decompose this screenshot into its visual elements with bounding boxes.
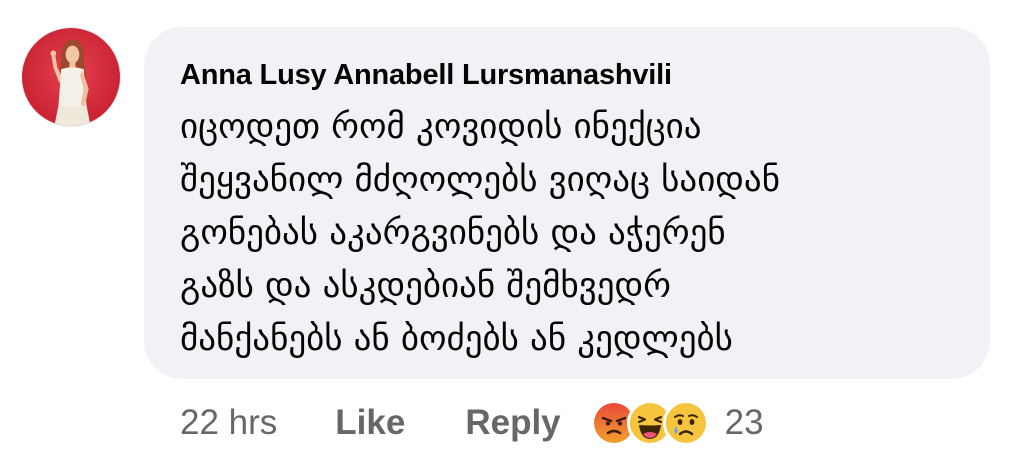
comment-author[interactable]: Anna Lusy Annabell Lursmanashvili	[180, 57, 990, 93]
comment-actions: 22 hrs Like Reply 23	[180, 398, 764, 448]
reaction-count[interactable]: 23	[725, 403, 764, 443]
reactions-summary[interactable]	[590, 400, 709, 446]
comment-text-line: გონებას აკარგვინებს და აჭერენ	[180, 213, 726, 253]
comment: Anna Lusy Annabell Lursmanashvili იცოდეთ…	[0, 0, 1024, 468]
comment-text-line: შეყვანილ მძღოლებს ვიღაც საიდან	[180, 160, 780, 200]
profile-photo	[22, 28, 120, 126]
comment-bubble: Anna Lusy Annabell Lursmanashvili იცოდეთ…	[144, 27, 990, 379]
comment-timestamp[interactable]: 22 hrs	[180, 403, 277, 443]
comment-text-line: იცოდეთ რომ კოვიდის ინექცია	[180, 107, 702, 147]
sad-reaction-icon	[662, 400, 709, 446]
avatar[interactable]	[22, 28, 120, 126]
comment-text-line: მანქანებს ან ბოძებს ან კედლებს	[180, 319, 733, 359]
like-button[interactable]: Like	[335, 403, 405, 443]
reply-button[interactable]: Reply	[465, 403, 560, 443]
comment-text-line: გაზს და ასკდებიან შემხვედრ	[180, 266, 671, 306]
comment-text: იცოდეთ რომ კოვიდის ინექცია შეყვანილ მძღო…	[180, 101, 970, 366]
